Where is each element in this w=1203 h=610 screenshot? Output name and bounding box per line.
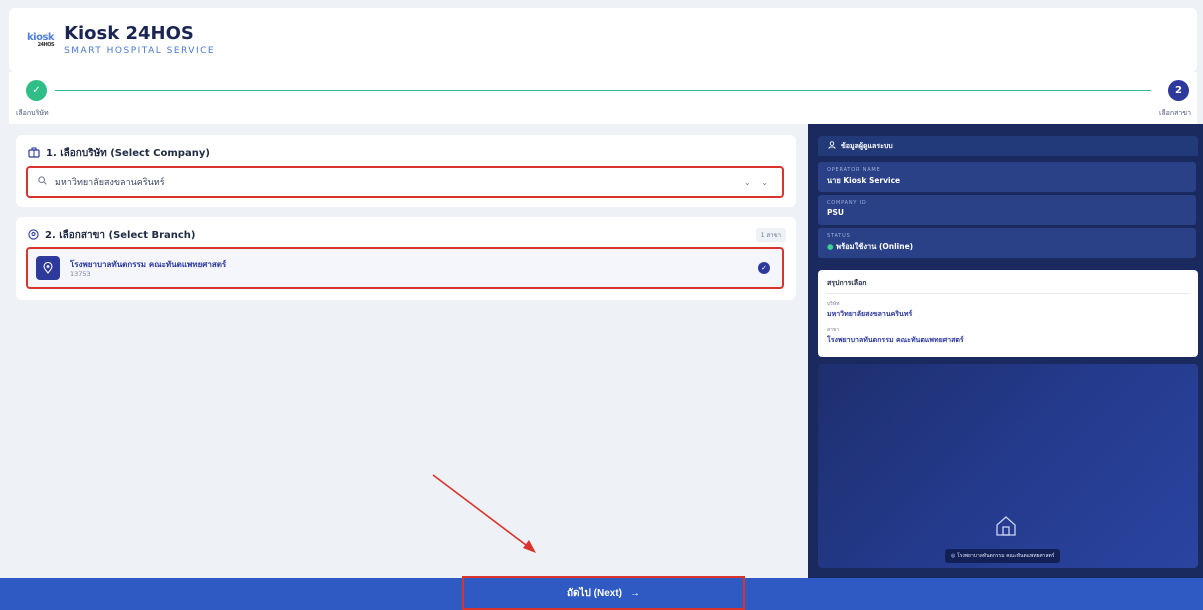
branch-section-title: 2. เลือกสาขา (Select Branch) [45, 230, 196, 241]
kiosk-logo: kiosk 24HOS [27, 31, 55, 48]
company-section: 1. เลือกบริษัท (Select Company) มหาวิทยา… [16, 135, 796, 207]
app-subtitle: SMART HOSPITAL SERVICE [64, 45, 216, 56]
summary-title: สรุปการเลือก [827, 278, 1189, 294]
location-pin-icon [28, 228, 39, 243]
branch-list-item[interactable]: โรงพยาบาลทันตกรรม คณะทันตแพทยศาสตร์ 1375… [26, 247, 784, 289]
status-value: พร้อมใช้งาน (Online) [836, 242, 914, 251]
summary-branch-value: โรงพยาบาลทันตกรรม คณะทันตแพทยศาสตร์ [827, 336, 964, 344]
search-icon [38, 176, 47, 188]
company-select-value: มหาวิทยาลัยสงขลานครินทร์ [55, 178, 165, 188]
step-1-label: เลือกบริษัท [16, 109, 49, 117]
selection-summary: สรุปการเลือก บริษัท มหาวิทยาลัยสงขลานคริ… [818, 270, 1198, 357]
arrow-right-icon: → [630, 587, 641, 599]
stepper: ✓ เลือกบริษัท 2 เลือกสาขา [9, 72, 1197, 124]
app-header: kiosk 24HOS Kiosk 24HOS SMART HOSPITAL S… [9, 8, 1197, 72]
app-title: Kiosk 24HOS [64, 22, 194, 44]
user-icon [828, 141, 836, 151]
company-id-card: COMPANY ID PSU [818, 195, 1196, 225]
operator-name-card: OPERATOR NAME นาย Kiosk Service [818, 162, 1196, 192]
home-icon [994, 514, 1018, 538]
location-pin-icon [36, 256, 60, 280]
branch-name: โรงพยาบาลทันตกรรม คณะทันตแพทยศาสตร์ [70, 260, 227, 269]
next-button-label: ถัดไป (Next) [566, 587, 623, 599]
operator-sidebar: ข้อมูลผู้ดูแลระบบ OPERATOR NAME นาย Kios… [808, 124, 1203, 578]
company-id-value: PSU [827, 208, 844, 217]
step-progress-line [55, 90, 1151, 91]
operator-panel-title: ข้อมูลผู้ดูแลระบบ [841, 141, 893, 150]
step-2-indicator: 2 [1168, 80, 1189, 101]
hospital-visual: ◎ โรงพยาบาลทันตกรรม คณะทันตแพทยศาสตร์ [818, 364, 1198, 568]
status-dot-icon: ● [827, 242, 837, 251]
operator-name-value: นาย Kiosk Service [827, 176, 901, 185]
check-icon: ✓ [758, 262, 770, 274]
branch-count-badge: 1 สาขา [755, 228, 786, 242]
branch-section: 2. เลือกสาขา (Select Branch) 1 สาขา โรงพ… [16, 217, 796, 300]
company-section-title: 1. เลือกบริษัท (Select Company) [46, 148, 210, 159]
branch-code: 13753 [70, 270, 91, 278]
next-button[interactable]: ถัดไป (Next) → [462, 576, 745, 610]
briefcase-icon [28, 146, 40, 161]
chevron-down-icon[interactable]: ⌄ ⌄ [744, 178, 772, 187]
step-2-label: เลือกสาขา [1158, 109, 1191, 117]
operator-panel-header: ข้อมูลผู้ดูแลระบบ [818, 136, 1198, 156]
company-select[interactable]: มหาวิทยาลัยสงขลานครินทร์ ⌄ ⌄ [26, 166, 784, 198]
summary-company-value: มหาวิทยาลัยสงขลานครินทร์ [827, 310, 913, 318]
visual-caption: ◎ โรงพยาบาลทันตกรรม คณะทันตแพทยศาสตร์ [945, 549, 1061, 563]
step-1-done-icon[interactable]: ✓ [26, 80, 47, 101]
status-card: STATUS ● พร้อมใช้งาน (Online) [818, 228, 1196, 258]
